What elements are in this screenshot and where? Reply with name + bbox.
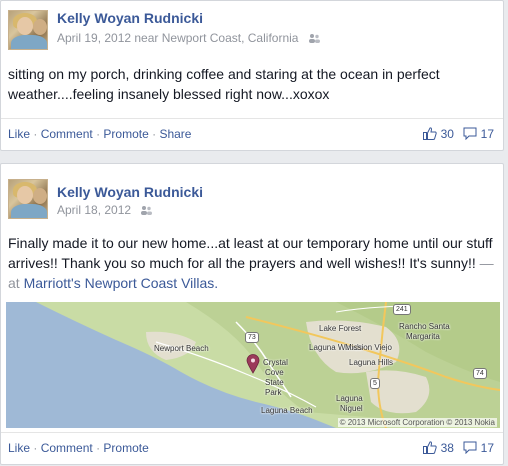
post-text: sitting on my porch, drinking coffee and…: [8, 66, 440, 102]
comment-link[interactable]: Comment: [41, 441, 93, 455]
post-message: Finally made it to our new home...at lea…: [8, 235, 493, 271]
author-avatar[interactable]: [8, 179, 48, 219]
map-label: Margarita: [406, 332, 440, 341]
map-label: Park: [265, 388, 282, 397]
author-avatar[interactable]: [8, 10, 48, 50]
map-copyright: © 2013 Microsoft Corporation © 2013 Noki…: [337, 418, 497, 427]
author-name[interactable]: Kelly Woyan Rudnicki: [57, 184, 203, 200]
friends-icon[interactable]: [140, 205, 153, 216]
thumbs-up-icon[interactable]: [423, 127, 437, 141]
post-meta: April 19, 2012 near Newport Coast, Calif…: [57, 31, 321, 45]
friends-icon[interactable]: [308, 33, 321, 44]
comment-count[interactable]: 17: [481, 441, 494, 455]
map-label: Rancho Santa: [399, 322, 450, 331]
highway-shield: 5: [370, 378, 380, 389]
post-actions-bar: Like · Comment · Promote 38 17: [1, 432, 503, 464]
post-actions-bar: Like · Comment · Promote · Share 30 17: [1, 118, 503, 150]
promote-link[interactable]: Promote: [103, 441, 148, 455]
promote-link[interactable]: Promote: [103, 127, 148, 141]
map-label: Laguna: [336, 394, 363, 403]
map-pin-icon[interactable]: [246, 354, 260, 374]
map-label: State: [265, 378, 284, 387]
map-label: Laguna Hills: [349, 358, 394, 367]
map-label: Newport Beach: [154, 344, 209, 353]
like-count[interactable]: 30: [441, 127, 454, 141]
map-label: Lake Forest: [319, 324, 362, 333]
highway-shield: 73: [245, 332, 259, 343]
share-link[interactable]: Share: [159, 127, 191, 141]
location-map[interactable]: Newport Beach Lake Forest Rancho Santa M…: [6, 302, 500, 428]
post-timestamp-location[interactable]: April 19, 2012 near Newport Coast, Calif…: [57, 31, 298, 45]
map-label: Mission Viejo: [345, 343, 392, 352]
post-card: Kelly Woyan Rudnicki April 19, 2012 near…: [0, 0, 504, 151]
post-timestamp[interactable]: April 18, 2012: [57, 203, 131, 217]
comment-bubble-icon[interactable]: [463, 127, 477, 141]
map-label: Crystal: [263, 358, 288, 367]
post-meta: April 18, 2012: [57, 203, 153, 217]
map-label: Laguna Beach: [261, 406, 313, 415]
map-label: Cove: [265, 368, 284, 377]
post-text: Finally made it to our new home...at lea…: [8, 233, 498, 293]
place-link[interactable]: Marriott's Newport Coast Villas.: [24, 275, 219, 291]
comment-link[interactable]: Comment: [41, 127, 93, 141]
like-link[interactable]: Like: [8, 127, 30, 141]
comment-count[interactable]: 17: [481, 127, 494, 141]
map-label: Niguel: [340, 404, 363, 413]
highway-shield: 74: [473, 368, 487, 379]
separator: ·: [33, 127, 41, 141]
like-link[interactable]: Like: [8, 441, 30, 455]
author-name[interactable]: Kelly Woyan Rudnicki: [57, 10, 203, 26]
highway-shield: 241: [393, 304, 411, 315]
thumbs-up-icon[interactable]: [423, 441, 437, 455]
like-count[interactable]: 38: [441, 441, 454, 455]
comment-bubble-icon[interactable]: [463, 441, 477, 455]
post-card: Kelly Woyan Rudnicki April 18, 2012 Fina…: [0, 163, 504, 465]
separator: ·: [33, 441, 41, 455]
